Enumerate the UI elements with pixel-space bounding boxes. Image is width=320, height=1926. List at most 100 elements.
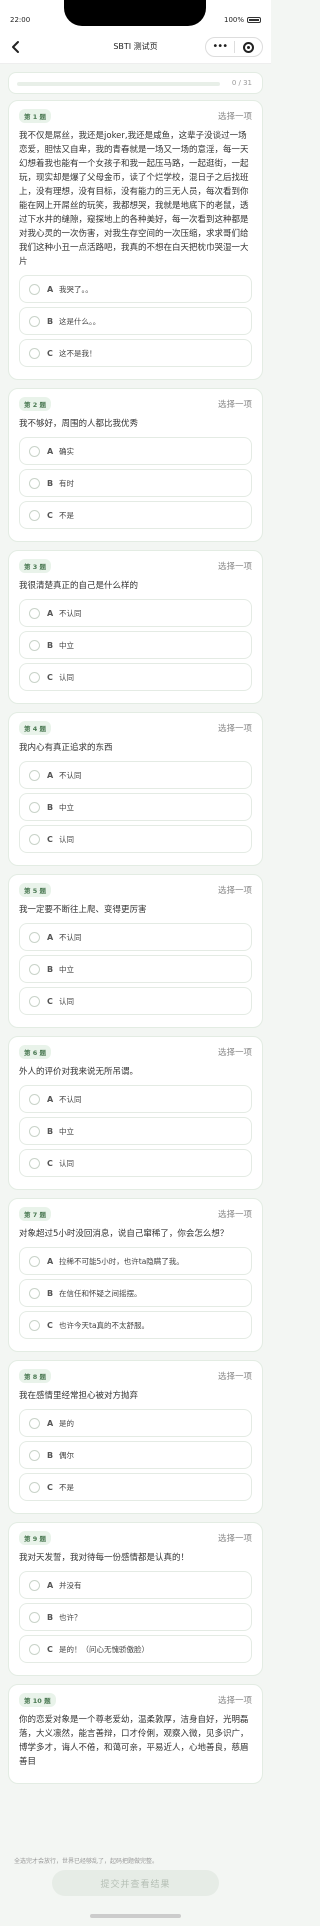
option-c[interactable]: C 认同 (19, 825, 252, 853)
option-letter: C (47, 672, 53, 682)
question-hint: 选择一项 (217, 724, 252, 734)
radio-circle-icon[interactable] (29, 833, 40, 845)
radio-circle-icon[interactable] (29, 1481, 40, 1493)
radio-circle-icon[interactable] (29, 671, 40, 683)
question-header: 第 10 题 选择一项 (19, 1693, 252, 1707)
question-number-badge: 第 9 题 (19, 1531, 52, 1545)
option-label: 并没有 (59, 1580, 82, 1590)
radio-circle-icon[interactable] (29, 1157, 40, 1169)
question-card: 第 4 题 选择一项我内心有真正追求的东西 A 不认同 B 中立 C 认同 (8, 712, 263, 866)
radio-circle-icon[interactable] (29, 1319, 40, 1331)
radio-circle-icon[interactable] (29, 639, 40, 651)
option-a[interactable]: A 是的 (19, 1409, 252, 1437)
question-text: 我对天发誓，我对待每一份感情都是认真的！ (19, 1553, 190, 1563)
question-text: 你的恋爱对象是一个尊老爱幼，温柔敦厚，洁身自好，光明磊落，大义凛然，能言善辩，口… (19, 1715, 249, 1767)
radio-circle-icon[interactable] (29, 1449, 40, 1461)
radio-circle-icon[interactable] (29, 509, 40, 521)
question-text: 外人的评价对我来说无所吊谓。 (19, 1067, 139, 1077)
option-label: 中立 (59, 1126, 74, 1136)
option-label: 中立 (59, 802, 74, 812)
question-hint: 选择一项 (217, 400, 252, 410)
option-a[interactable]: A 不认同 (19, 1085, 252, 1113)
question-text: 我在感情里经常担心被对方抛弃 (19, 1391, 139, 1401)
mini-program-capsule: ••• (205, 37, 263, 57)
option-a[interactable]: A 不认同 (19, 923, 252, 951)
option-a[interactable]: A 并没有 (19, 1571, 252, 1599)
radio-circle-icon[interactable] (29, 1643, 40, 1655)
option-letter: B (47, 640, 54, 650)
option-label: 是的 (59, 1418, 74, 1428)
radio-circle-icon[interactable] (29, 477, 40, 489)
radio-circle-icon[interactable] (29, 1579, 40, 1591)
question-text: 我内心有真正追求的东西 (19, 743, 113, 753)
progress-text: 0 / 31 (231, 79, 252, 87)
option-c[interactable]: C 这不是我！ (19, 339, 252, 367)
radio-circle-icon[interactable] (29, 801, 40, 813)
radio-circle-icon[interactable] (29, 1611, 40, 1623)
question-card: 第 7 题 选择一项 对象超过5小时没回消息，说自己窜稀了，你会怎么想？ A 拉稀不可能… (8, 1198, 263, 1352)
radio-circle-icon[interactable] (29, 931, 40, 943)
option-b[interactable]: B 偶尔 (19, 1441, 252, 1469)
radio-circle-icon[interactable] (29, 963, 40, 975)
option-a[interactable]: A 拉稀不可能5小时，也许ta隐瞒了我。 (19, 1247, 252, 1275)
question-number-badge: 第 8 题 (19, 1369, 52, 1383)
radio-circle-icon[interactable] (29, 1255, 40, 1267)
submit-button[interactable]: 提交并查看结果 (52, 1870, 219, 1896)
question-card: 第 6 题 选择一项 外人的评价对我来说无所吊谓。 A 不认同 B 中立 C 认同 (8, 1036, 263, 1190)
option-a[interactable]: A 确实 (19, 437, 252, 465)
option-letter: C (47, 1320, 53, 1330)
option-letter: C (47, 1482, 53, 1492)
option-label: 这不是我！ (59, 348, 97, 358)
option-a[interactable]: A 我哭了。。 (19, 275, 252, 303)
radio-circle-icon[interactable] (29, 283, 40, 295)
option-b[interactable]: B 有时 (19, 469, 252, 497)
option-b[interactable]: B 在信任和怀疑之间摇摆。 (19, 1279, 252, 1307)
question-text: 我不够好，周围的人都比我优秀 (19, 419, 139, 429)
question-header: 第 4 题 选择一项 (19, 721, 252, 735)
option-c[interactable]: C 认同 (19, 1149, 252, 1177)
question-card: 第 2 题 选择一项我不够好，周围的人都比我优秀 A 确实 B 有时 C 不是 (8, 388, 263, 542)
home-indicator (90, 1914, 181, 1918)
option-c[interactable]: C 也许今天ta真的不太舒服。 (19, 1311, 252, 1339)
option-b[interactable]: B 也许？ (19, 1603, 252, 1631)
question-number-badge: 第 10 题 (19, 1693, 56, 1707)
radio-circle-icon[interactable] (29, 1093, 40, 1105)
question-number-badge: 第 4 题 (19, 721, 52, 735)
option-letter: B (47, 964, 54, 974)
option-label: 在信任和怀疑之间摇摆。 (59, 1288, 142, 1298)
battery-icon (247, 17, 261, 23)
option-label: 中立 (59, 964, 74, 974)
radio-circle-icon[interactable] (29, 315, 40, 327)
more-menu-icon[interactable]: ••• (206, 42, 234, 52)
radio-circle-icon[interactable] (29, 995, 40, 1007)
question-card: 第 9 题 选择一项 我对天发誓，我对待每一份感情都是认真的！ A 并没有 B 也许？ C 是的… (8, 1522, 263, 1676)
option-a[interactable]: A 不认同 (19, 761, 252, 789)
option-b[interactable]: B 这是什么。。 (19, 307, 252, 335)
question-header: 第 2 题 选择一项 (19, 397, 252, 411)
radio-circle-icon[interactable] (29, 1125, 40, 1137)
status-right: 100% (224, 16, 261, 24)
option-b[interactable]: B 中立 (19, 631, 252, 659)
radio-circle-icon[interactable] (29, 347, 40, 359)
radio-circle-icon[interactable] (29, 445, 40, 457)
option-letter: A (47, 1256, 54, 1266)
option-c[interactable]: C 是的！（问心无愧骄傲脸） (19, 1635, 252, 1663)
option-letter: C (47, 510, 53, 520)
question-number-badge: 第 5 题 (19, 883, 52, 897)
option-c[interactable]: C 不是 (19, 501, 252, 529)
question-header: 第 8 题 选择一项 (19, 1369, 252, 1383)
radio-circle-icon[interactable] (29, 607, 40, 619)
question-card: 第 8 题 选择一项我在感情里经常担心被对方抛弃 A 是的 B 偶尔 C 不是 (8, 1360, 263, 1514)
option-b[interactable]: B 中立 (19, 793, 252, 821)
radio-circle-icon[interactable] (29, 1287, 40, 1299)
close-program-button[interactable] (235, 41, 263, 53)
option-b[interactable]: B 中立 (19, 1117, 252, 1145)
option-label: 确实 (59, 446, 74, 456)
option-c[interactable]: C 认同 (19, 987, 252, 1015)
radio-circle-icon[interactable] (29, 769, 40, 781)
radio-circle-icon[interactable] (29, 1417, 40, 1429)
option-a[interactable]: A 不认同 (19, 599, 252, 627)
option-c[interactable]: C 认同 (19, 663, 252, 691)
option-b[interactable]: B 中立 (19, 955, 252, 983)
option-c[interactable]: C 不是 (19, 1473, 252, 1501)
